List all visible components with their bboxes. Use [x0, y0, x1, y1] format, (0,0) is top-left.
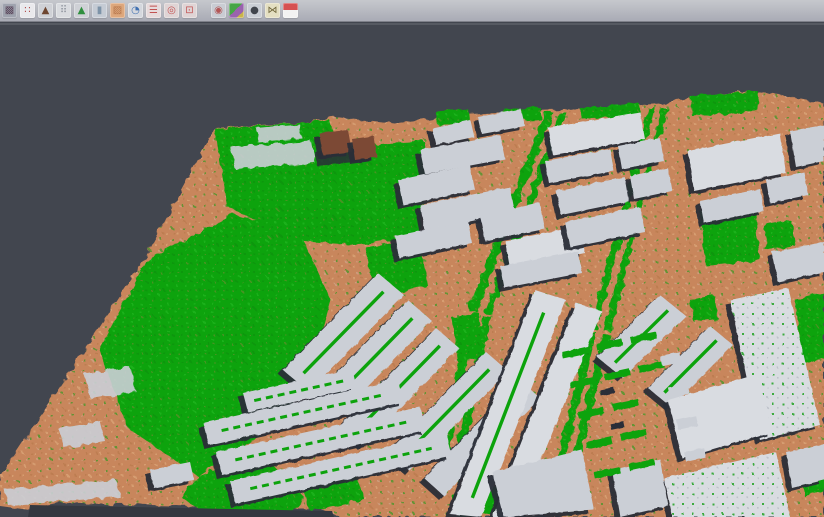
profile-view-icon-glyph: ▮: [97, 6, 103, 16]
classified-cloud-icon[interactable]: [229, 3, 244, 18]
viewport-3d[interactable]: [0, 25, 824, 517]
building-roof: [352, 136, 377, 160]
dem-orange-icon-glyph: ▨: [113, 6, 122, 16]
application-window: ▩ ∷ ▲ ⠿ ▲ ▮ ▨ ◔ ☰ ◎ ⊡ ◉ ● ⋈: [0, 0, 824, 517]
point-cloud-display-icon-glyph: ▩: [5, 6, 14, 16]
toolbar: ▩ ∷ ▲ ⠿ ▲ ▮ ▨ ◔ ☰ ◎ ⊡ ◉ ● ⋈: [0, 0, 824, 22]
classify-points-icon[interactable]: ∷: [20, 3, 35, 18]
sparse-points-icon[interactable]: ⠿: [56, 3, 71, 18]
sparse-points-icon-glyph: ⠿: [60, 6, 67, 16]
select-region-icon[interactable]: ⊡: [182, 3, 197, 18]
terrain-green-icon-glyph: ▲: [78, 6, 86, 16]
hourglass-icon[interactable]: ⋈: [265, 3, 280, 18]
building-roof: [790, 125, 824, 167]
building-roof: [319, 130, 352, 155]
point-cloud-render: [0, 25, 824, 517]
clip-circle-icon-glyph: ◉: [214, 6, 223, 16]
vegetation-speckle: [764, 221, 795, 251]
flag-stripe-icon[interactable]: [283, 3, 298, 18]
toolbar-separator: [200, 3, 208, 18]
cross-section-icon-glyph: ☰: [149, 6, 158, 16]
profile-view-icon[interactable]: ▮: [92, 3, 107, 18]
hourglass-icon-glyph: ⋈: [268, 6, 278, 16]
cross-section-icon[interactable]: ☰: [146, 3, 161, 18]
vegetation-speckle: [690, 91, 758, 116]
clip-circle-icon[interactable]: ◉: [211, 3, 226, 18]
sphere-icon[interactable]: ●: [247, 3, 262, 18]
terrain-green-icon[interactable]: ▲: [74, 3, 89, 18]
dem-orange-icon[interactable]: ▨: [110, 3, 125, 18]
classify-points-icon-glyph: ∷: [24, 6, 30, 16]
target-circle-icon-glyph: ◎: [167, 6, 176, 16]
terrain-brown-icon[interactable]: ▲: [38, 3, 53, 18]
target-circle-icon[interactable]: ◎: [164, 3, 179, 18]
terrain-brown-icon-glyph: ▲: [42, 6, 50, 16]
point-cloud-display-icon[interactable]: ▩: [2, 3, 17, 18]
globe-blue-icon-glyph: ◔: [131, 6, 140, 16]
select-region-icon-glyph: ⊡: [185, 6, 193, 16]
globe-blue-icon[interactable]: ◔: [128, 3, 143, 18]
sphere-icon-glyph: ●: [250, 6, 259, 16]
